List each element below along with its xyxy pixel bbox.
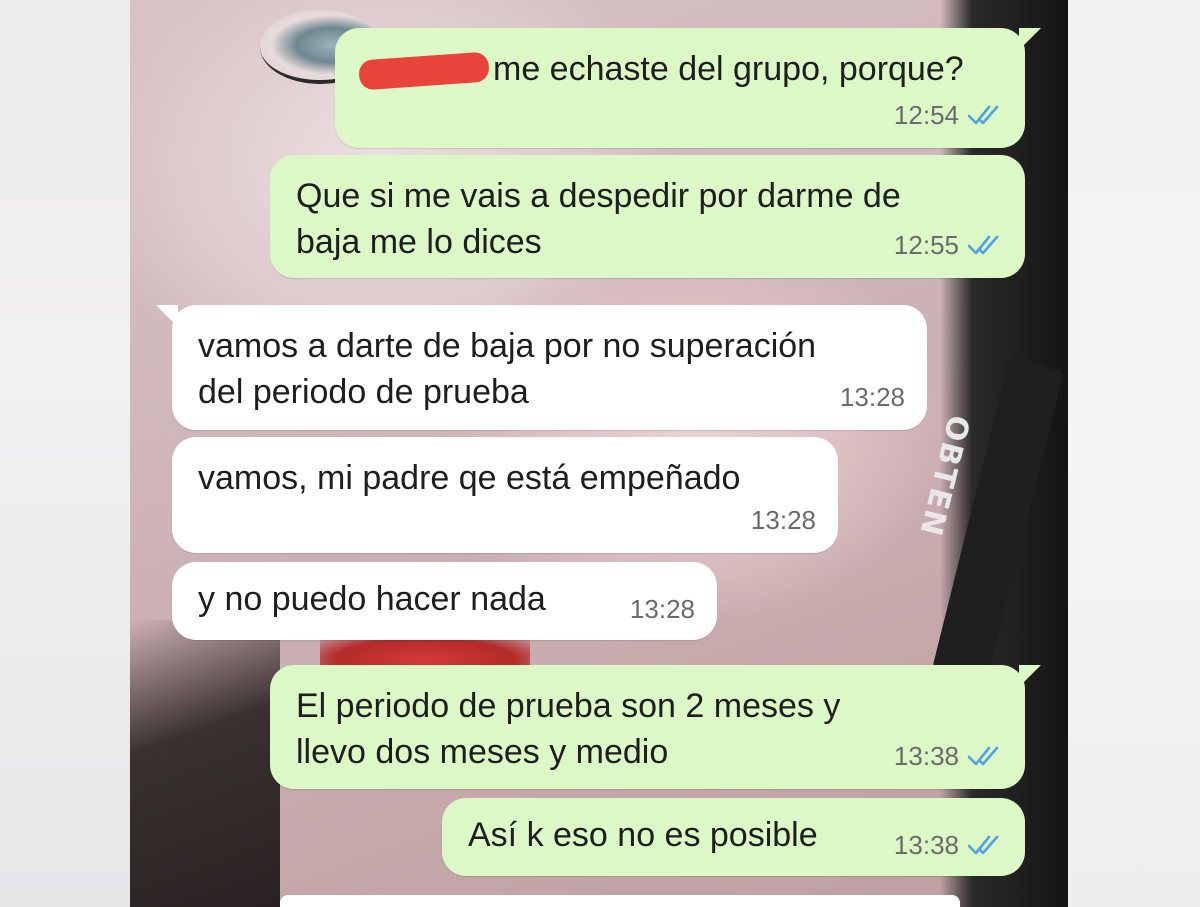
chat-screen[interactable]: OBTEN me echaste del grupo, porque? 12:5… xyxy=(130,0,1068,907)
message-text: y no puedo hacer nada xyxy=(198,580,546,618)
message-meta: 13:28 xyxy=(751,497,816,543)
screenshot-frame: OBTEN me echaste del grupo, porque? 12:5… xyxy=(0,0,1200,907)
redaction-mark xyxy=(358,51,490,91)
message-bubble-received[interactable]: vamos, mi padre qe está empeñado 13:28 xyxy=(172,437,838,553)
message-meta: 13:28 xyxy=(840,374,905,420)
message-text: vamos a darte de baja por no superación … xyxy=(198,327,817,411)
message-text: Así k eso no es posible xyxy=(468,816,818,854)
double-check-icon xyxy=(967,105,999,125)
message-bubble-received[interactable]: y no puedo hacer nada 13:28 xyxy=(172,562,717,640)
message-text: Que si me vais a despedir por darme de b… xyxy=(296,177,901,261)
message-bubble-sent[interactable]: me echaste del grupo, porque? 12:54 xyxy=(335,28,1041,148)
wallpaper-hair xyxy=(130,620,280,907)
message-time: 13:38 xyxy=(893,830,959,860)
message-bubble-sent[interactable]: Que si me vais a despedir por darme de b… xyxy=(270,155,1025,278)
message-text: vamos, mi padre qe está empeñado xyxy=(198,459,741,497)
message-time: 13:28 xyxy=(750,505,816,535)
message-meta: 12:55 xyxy=(894,222,1003,268)
message-meta: 13:28 xyxy=(630,586,695,632)
message-time: 12:54 xyxy=(893,100,959,130)
message-meta: 13:38 xyxy=(894,733,1003,779)
message-text: me echaste del grupo, porque? xyxy=(358,46,964,92)
message-meta: 13:38 xyxy=(894,822,1003,868)
next-message-edge xyxy=(280,895,960,907)
background-right xyxy=(1068,0,1200,907)
message-bubble-sent[interactable]: El periodo de prueba son 2 meses y llevo… xyxy=(270,665,1041,789)
double-check-icon xyxy=(967,235,999,255)
message-bubble-received[interactable]: vamos a darte de baja por no superación … xyxy=(156,305,927,430)
double-check-icon xyxy=(967,835,999,855)
double-check-icon xyxy=(967,746,999,766)
message-meta: 12:54 xyxy=(894,92,1003,138)
message-bubble-sent[interactable]: Así k eso no es posible 13:38 xyxy=(442,798,1025,876)
message-time: 13:28 xyxy=(839,382,905,412)
message-text: El periodo de prueba son 2 meses y llevo… xyxy=(296,687,841,771)
background-left xyxy=(0,0,130,907)
message-time: 12:55 xyxy=(893,230,959,260)
message-time: 13:38 xyxy=(893,741,959,771)
message-time: 13:28 xyxy=(629,594,695,624)
